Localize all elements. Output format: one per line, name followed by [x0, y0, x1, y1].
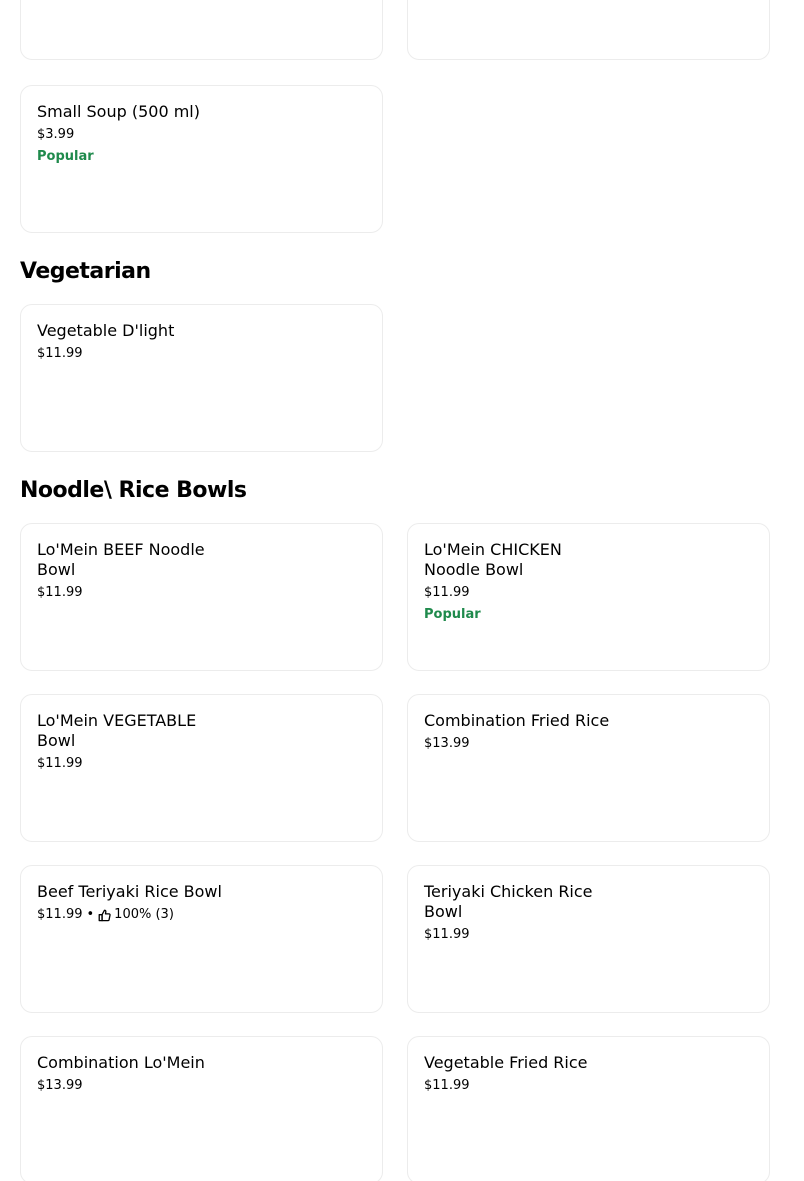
menu-item-name: Vegetable D'light [37, 321, 175, 340]
menu-item-meta: $11.99 [424, 1078, 753, 1094]
menu-item-meta: $11.99 [37, 756, 366, 772]
menu-item-price: $11.99 [37, 907, 83, 922]
menu-item-price: $13.99 [37, 1078, 83, 1093]
menu-item-name: Vegetable Fried Rice [424, 1053, 588, 1072]
menu-item-name: Lo'Mein CHICKEN Noodle Bowl [424, 540, 562, 579]
menu-item-name: Beef Teriyaki Rice Bowl [37, 882, 222, 901]
menu-item-card-partial[interactable] [407, 0, 770, 60]
popular-badge: Popular [424, 607, 481, 622]
menu-item-name: Small Soup (500 ml) [37, 102, 200, 121]
menu-item-meta: $13.99 [37, 1078, 366, 1094]
menu-item-card[interactable]: Lo'Mein VEGETABLE Bowl $11.99 [20, 694, 383, 842]
menu-item-price: $13.99 [424, 736, 470, 751]
thumbs-up-icon [98, 909, 111, 922]
menu-item-card[interactable]: Lo'Mein CHICKEN Noodle Bowl $11.99 Popul… [407, 523, 770, 671]
menu-item-meta: $11.99 [424, 585, 753, 601]
menu-item-price: $11.99 [424, 927, 470, 942]
menu-item-name: Teriyaki Chicken Rice Bowl [424, 882, 593, 921]
menu-item-card[interactable]: Vegetable D'light $11.99 [20, 304, 383, 452]
menu-item-meta: $11.99 • 100% (3) [37, 907, 366, 923]
menu-item-meta: $11.99 [37, 585, 366, 601]
menu-item-card[interactable]: Combination Lo'Mein $13.99 [20, 1036, 383, 1181]
menu-item-card[interactable]: Teriyaki Chicken Rice Bowl $11.99 [407, 865, 770, 1013]
menu-item-price: $11.99 [37, 756, 83, 771]
menu-item-name: Combination Lo'Mein [37, 1053, 205, 1072]
menu-item-card-partial[interactable] [20, 0, 383, 60]
meta-separator: • [86, 907, 95, 922]
menu-item-card[interactable]: Small Soup (500 ml) $3.99 Popular [20, 85, 383, 233]
menu-item-meta: $11.99 [37, 346, 366, 362]
section-title-vegetarian: Vegetarian [20, 259, 151, 284]
menu-item-card[interactable]: Beef Teriyaki Rice Bowl $11.99 • 100% (3… [20, 865, 383, 1013]
menu-item-name: Combination Fried Rice [424, 711, 610, 730]
section-title-noodle-rice-bowls: Noodle\ Rice Bowls [20, 478, 247, 503]
menu-item-card[interactable]: Vegetable Fried Rice $11.99 [407, 1036, 770, 1181]
menu-item-meta: $13.99 [424, 736, 753, 752]
menu-item-meta: $11.99 [424, 927, 753, 943]
menu-item-price: $11.99 [424, 1078, 470, 1093]
menu-item-meta: $3.99 [37, 127, 366, 143]
menu-item-price: $11.99 [424, 585, 470, 600]
rating-text: 100% (3) [114, 907, 174, 922]
menu-item-name: Lo'Mein BEEF Noodle Bowl [37, 540, 205, 579]
menu-item-price: $11.99 [37, 585, 83, 600]
popular-badge: Popular [37, 149, 94, 164]
menu-item-card[interactable]: Combination Fried Rice $13.99 [407, 694, 770, 842]
menu-item-name: Lo'Mein VEGETABLE Bowl [37, 711, 197, 750]
menu-item-card[interactable]: Lo'Mein BEEF Noodle Bowl $11.99 [20, 523, 383, 671]
menu-item-price: $3.99 [37, 127, 75, 142]
menu-item-price: $11.99 [37, 346, 83, 361]
